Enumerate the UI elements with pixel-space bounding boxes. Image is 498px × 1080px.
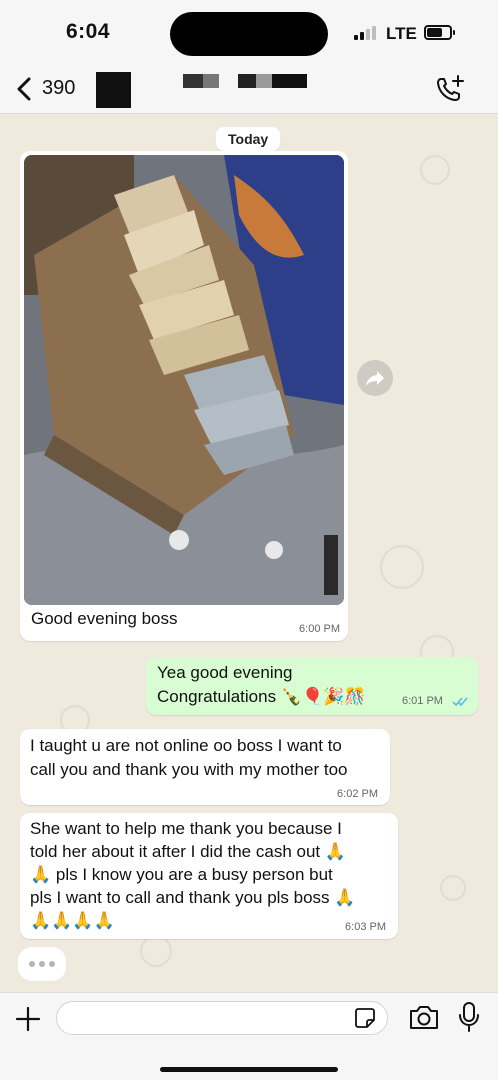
message-line: call you and thank you with my mother to… [30,760,348,779]
message-line: 🙏🙏🙏🙏 [30,911,115,930]
message-time: 6:02 PM [337,788,378,800]
redacted-avatar[interactable] [96,72,131,108]
status-time: 6:04 [66,20,111,43]
image-message[interactable]: Good evening boss 6:00 PM [20,151,348,641]
status-bar: 6:04 LTE [0,0,498,66]
message-time: 6:00 PM [299,623,340,635]
message-line: pls I want to call and thank you pls bos… [30,888,356,907]
read-ticks-icon [452,697,468,707]
home-indicator [160,1067,338,1072]
forward-icon[interactable] [357,360,393,396]
photo-content [24,155,344,605]
call-add-icon[interactable] [434,73,466,105]
message-line: Congratulations 🍾🎈🎉🎊 [157,687,366,706]
message-line: 🙏 pls I know you are a busy person but [30,865,333,884]
message-line: I taught u are not online oo boss I want… [30,736,342,755]
message-line: told her about it after I did the cash o… [30,842,347,861]
dynamic-island [170,12,328,56]
input-bar [0,992,498,1080]
chevron-left-icon[interactable] [14,76,36,102]
message-input[interactable] [56,1001,388,1035]
message-time: 6:01 PM [402,695,443,707]
chat-header: 390 [0,66,498,114]
chat-area[interactable]: Today Good evening boss 6:00 PM Yea good… [0,115,498,992]
message-line: Yea good evening [157,663,293,682]
date-separator: Today [216,127,281,151]
typing-indicator [18,947,66,981]
network-label: LTE [386,24,417,43]
incoming-message[interactable]: I taught u are not online oo boss I want… [20,729,390,805]
outgoing-message[interactable]: Yea good evening Congratulations 🍾🎈🎉🎊 6:… [146,657,478,715]
sticker-icon[interactable] [354,1007,376,1029]
camera-icon[interactable] [408,1003,440,1031]
battery-icon [424,25,455,40]
mic-icon[interactable] [456,1001,482,1033]
incoming-message[interactable]: She want to help me thank you because I … [20,813,398,939]
message-line: She want to help me thank you because I [30,819,342,838]
message-time: 6:03 PM [345,921,386,933]
signal-icon [354,26,376,40]
back-unread-count[interactable]: 390 [42,77,75,100]
plus-icon[interactable] [14,1005,42,1033]
money-photo[interactable] [24,155,344,605]
image-caption: Good evening boss [31,609,178,628]
